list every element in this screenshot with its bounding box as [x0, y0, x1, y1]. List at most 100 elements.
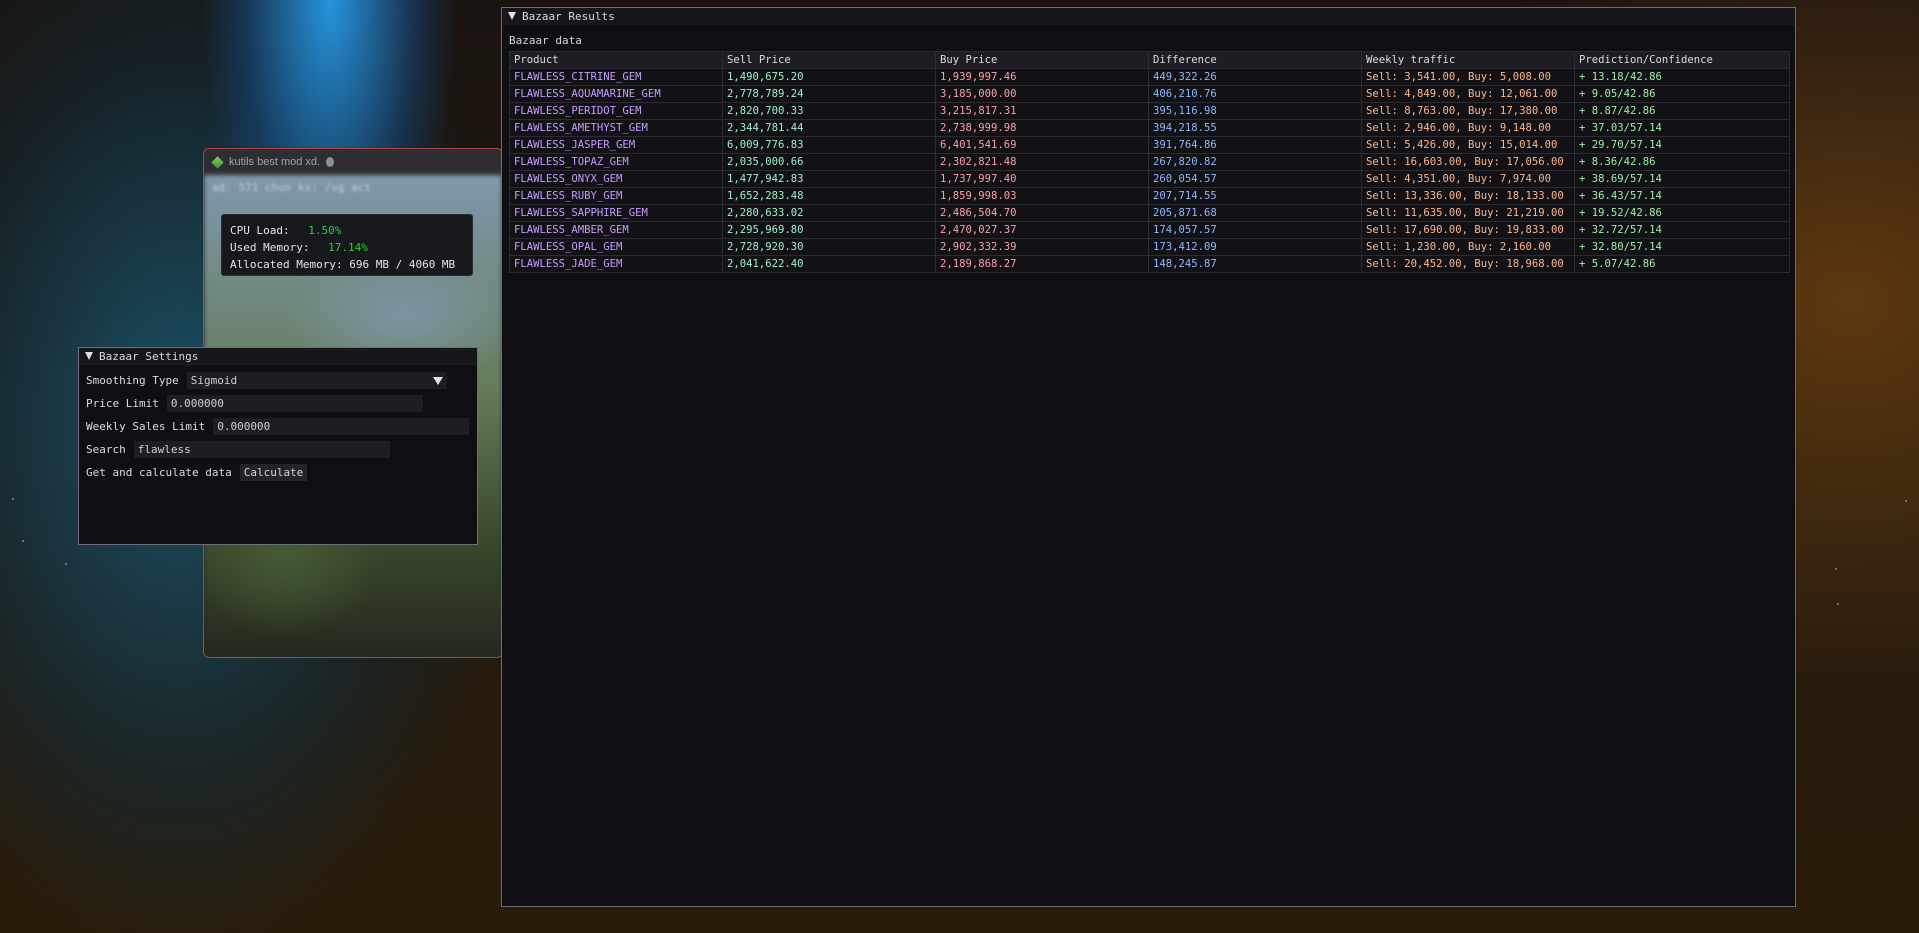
bazaar-settings-panel: Bazaar Settings Smoothing Type Sigmoid P… — [78, 347, 478, 545]
product-cell: FLAWLESS_RUBY_GEM — [509, 187, 723, 205]
table-row[interactable]: FLAWLESS_JADE_GEM 2,041,622.40 2,189,868.2… — [509, 255, 1790, 273]
buy-price-cell: 6,401,541.69 — [935, 136, 1149, 154]
results-titlebar[interactable]: Bazaar Results — [502, 8, 1795, 25]
allocated-memory-row: Allocated Memory: 696 MB / 4060 MB — [230, 256, 464, 273]
table-row[interactable]: FLAWLESS_AMBER_GEM 2,295,969.80 2,470,027.… — [509, 221, 1790, 239]
column-header-difference[interactable]: Difference — [1148, 51, 1362, 69]
cpu-load-label: CPU Load: — [230, 224, 290, 237]
window-title: kutils best mod xd. — [229, 156, 321, 168]
price-limit-input[interactable]: 0.000000 — [166, 395, 423, 412]
star — [12, 498, 14, 500]
weekly-traffic-cell: Sell: 16,603.00, Buy: 17,056.00 — [1361, 153, 1575, 171]
product-cell: FLAWLESS_CITRINE_GEM — [509, 68, 723, 86]
price-limit-label: Price Limit — [86, 397, 159, 410]
table-row[interactable]: FLAWLESS_OPAL_GEM 2,728,920.30 2,902,332.3… — [509, 238, 1790, 256]
star — [1835, 568, 1837, 570]
weekly-sales-row: Weekly Sales Limit 0.000000 — [86, 418, 470, 435]
table-header-row: Product Sell Price Buy Price Difference … — [509, 51, 1790, 69]
sell-price-cell: 2,041,622.40 — [722, 255, 936, 273]
collapse-triangle-icon[interactable] — [85, 352, 93, 360]
prediction-cell: + 13.18/42.86 — [1574, 68, 1790, 86]
weekly-traffic-cell: Sell: 1,230.00, Buy: 2,160.00 — [1361, 238, 1575, 256]
grass-block-icon — [211, 155, 224, 169]
star — [1905, 500, 1907, 502]
performance-overlay: CPU Load: 1.50% Used Memory: 17.14% Allo… — [221, 214, 473, 276]
weekly-traffic-cell: Sell: 2,946.00, Buy: 9,148.00 — [1361, 119, 1575, 137]
prediction-cell: + 37.03/57.14 — [1574, 119, 1790, 137]
settings-title: Bazaar Settings — [99, 349, 199, 363]
cpu-load-value: 1.50% — [308, 224, 342, 237]
column-header-product[interactable]: Product — [509, 51, 723, 69]
product-cell: FLAWLESS_OPAL_GEM — [509, 238, 723, 256]
product-cell: FLAWLESS_AMBER_GEM — [509, 221, 723, 239]
table-row[interactable]: FLAWLESS_PERIDOT_GEM 2,820,700.33 3,215,81… — [509, 102, 1790, 120]
used-memory-value: 17.14% — [328, 241, 368, 254]
buy-price-cell: 2,902,332.39 — [935, 238, 1149, 256]
sell-price-cell: 2,035,000.66 — [722, 153, 936, 171]
buy-price-cell: 2,470,027.37 — [935, 221, 1149, 239]
difference-cell: 406,210.76 — [1148, 85, 1362, 103]
smoothing-value: Sigmoid — [190, 374, 238, 387]
difference-cell: 449,322.26 — [1148, 68, 1362, 86]
weekly-traffic-cell: Sell: 11,635.00, Buy: 21,219.00 — [1361, 204, 1575, 222]
table-row[interactable]: FLAWLESS_JASPER_GEM 6,009,776.83 6,401,541… — [509, 136, 1790, 154]
product-cell: FLAWLESS_PERIDOT_GEM — [509, 102, 723, 120]
table-row[interactable]: FLAWLESS_RUBY_GEM 1,652,283.48 1,859,998.0… — [509, 187, 1790, 205]
weekly-sales-input[interactable]: 0.000000 — [213, 418, 470, 435]
difference-cell: 207,714.55 — [1148, 187, 1362, 205]
sell-price-cell: 1,477,942.83 — [722, 170, 936, 188]
blurred-debug-text: ad: 571 chun ks: /vg act — [212, 181, 371, 194]
calculate-button[interactable]: Calculate — [239, 464, 308, 481]
collapse-triangle-icon[interactable] — [508, 12, 516, 20]
chevron-down-icon[interactable] — [432, 376, 443, 385]
star — [65, 563, 67, 565]
difference-cell: 148,245.87 — [1148, 255, 1362, 273]
sell-price-cell: 1,490,675.20 — [722, 68, 936, 86]
smoothing-row: Smoothing Type Sigmoid — [86, 372, 447, 389]
weekly-traffic-cell: Sell: 20,452.00, Buy: 18,968.00 — [1361, 255, 1575, 273]
difference-cell: 391,764.86 — [1148, 136, 1362, 154]
difference-cell: 394,218.55 — [1148, 119, 1362, 137]
column-header-prediction[interactable]: Prediction/Confidence — [1574, 51, 1790, 69]
window-titlebar[interactable]: kutils best mod xd. — [204, 149, 502, 175]
sell-price-cell: 1,652,283.48 — [722, 187, 936, 205]
column-header-weekly-traffic[interactable]: Weekly traffic — [1361, 51, 1575, 69]
table-row[interactable]: FLAWLESS_AMETHYST_GEM 2,344,781.44 2,738,9… — [509, 119, 1790, 137]
search-input[interactable]: flawless — [133, 441, 390, 458]
cpu-load-row: CPU Load: 1.50% — [230, 222, 464, 239]
prediction-cell: + 29.70/57.14 — [1574, 136, 1790, 154]
calculate-label: Get and calculate data — [86, 466, 232, 479]
search-label: Search — [86, 443, 126, 456]
difference-cell: 260,054.57 — [1148, 170, 1362, 188]
table-row[interactable]: FLAWLESS_TOPAZ_GEM 2,035,000.66 2,302,821.… — [509, 153, 1790, 171]
buy-price-cell: 3,215,817.31 — [935, 102, 1149, 120]
column-header-sell-price[interactable]: Sell Price — [722, 51, 936, 69]
price-limit-row: Price Limit 0.000000 — [86, 395, 423, 412]
prediction-cell: + 8.87/42.86 — [1574, 102, 1790, 120]
product-cell: FLAWLESS_TOPAZ_GEM — [509, 153, 723, 171]
results-title: Bazaar Results — [522, 9, 615, 23]
smoothing-combo[interactable]: Sigmoid — [186, 372, 447, 389]
calculate-row: Get and calculate data Calculate — [86, 464, 308, 481]
product-cell: FLAWLESS_SAPPHIRE_GEM — [509, 204, 723, 222]
settings-titlebar[interactable]: Bazaar Settings — [79, 348, 477, 365]
bazaar-table: Product Sell Price Buy Price Difference … — [509, 51, 1790, 273]
weekly-traffic-cell: Sell: 8,763.00, Buy: 17,380.00 — [1361, 102, 1575, 120]
column-header-buy-price[interactable]: Buy Price — [935, 51, 1149, 69]
weekly-traffic-cell: Sell: 13,336.00, Buy: 18,133.00 — [1361, 187, 1575, 205]
prediction-cell: + 36.43/57.14 — [1574, 187, 1790, 205]
sell-price-cell: 2,344,781.44 — [722, 119, 936, 137]
difference-cell: 267,820.82 — [1148, 153, 1362, 171]
difference-cell: 173,412.09 — [1148, 238, 1362, 256]
weekly-traffic-cell: Sell: 17,690.00, Buy: 19,833.00 — [1361, 221, 1575, 239]
buy-price-cell: 2,738,999.98 — [935, 119, 1149, 137]
table-row[interactable]: FLAWLESS_AQUAMARINE_GEM 2,778,789.24 3,185… — [509, 85, 1790, 103]
table-body: FLAWLESS_CITRINE_GEM 1,490,675.20 1,939,99… — [509, 68, 1790, 273]
product-cell: FLAWLESS_AQUAMARINE_GEM — [509, 85, 723, 103]
table-row[interactable]: FLAWLESS_CITRINE_GEM 1,490,675.20 1,939,99… — [509, 68, 1790, 86]
buy-price-cell: 2,486,504.70 — [935, 204, 1149, 222]
table-row[interactable]: FLAWLESS_ONYX_GEM 1,477,942.83 1,737,997.4… — [509, 170, 1790, 188]
buy-price-cell: 2,189,868.27 — [935, 255, 1149, 273]
star — [1837, 603, 1839, 605]
table-row[interactable]: FLAWLESS_SAPPHIRE_GEM 2,280,633.02 2,486,5… — [509, 204, 1790, 222]
